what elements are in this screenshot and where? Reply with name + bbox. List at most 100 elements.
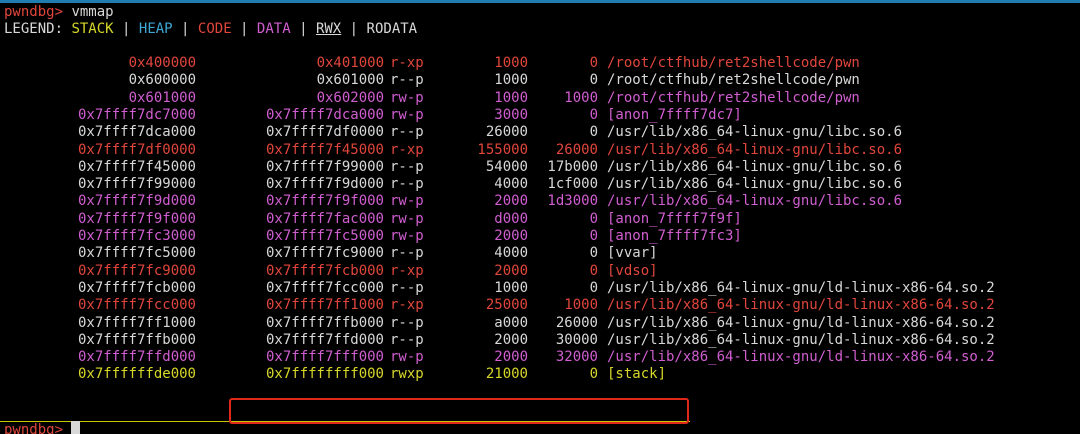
cell-perm: rwxp — [390, 366, 424, 383]
table-row: 0x7ffff7fcc000 0x7ffff7ff1000 r-xp 25000 100… — [0, 297, 1080, 314]
cell-perm: rw-p — [390, 89, 424, 106]
cell-start: 0x7ffff7fcb000 — [77, 279, 196, 296]
cell-offset: 17b000 — [547, 158, 598, 175]
legend-code: CODE — [197, 21, 232, 37]
table-row: 0x7ffff7ff1000 0x7ffff7ffb000 r--p a000 2600… — [0, 315, 1080, 332]
cell-offset: 0 — [589, 228, 598, 244]
cell-offset: 0 — [589, 245, 598, 262]
cell-offset: 30000 — [555, 331, 598, 348]
cell-perm: r-xp — [390, 141, 424, 158]
legend-heap: HEAP — [138, 21, 173, 37]
window-right-edge — [1080, 0, 1088, 434]
cell-size: 21000 — [485, 366, 528, 383]
header-offset: Offset — [547, 38, 598, 54]
cell-size: a000 — [494, 314, 528, 331]
cell-file: /usr/lib/x86_64-linux-gnu/libc.so.6 — [607, 176, 903, 193]
legend-separator: | — [172, 21, 198, 37]
header-file: File — [607, 38, 641, 54]
cell-start: 0x7ffff7dc7000 — [77, 106, 196, 123]
command-line: pwndbg> vmmap — [4, 4, 114, 21]
cell-start: 0x7ffffffde000 — [77, 366, 196, 383]
terminal-top-border — [0, 0, 1080, 3]
cell-file: [stack] — [607, 366, 667, 383]
cell-size: 155000 — [477, 141, 528, 158]
header-start: Start — [153, 38, 196, 54]
cell-offset: 0 — [589, 262, 598, 279]
table-row: 0x7ffff7f45000 0x7ffff7f99000 r--p 54000 17b… — [0, 159, 1080, 176]
cell-size: 4000 — [494, 245, 528, 262]
cell-file: /usr/lib/x86_64-linux-gnu/ld-linux-x86-6… — [607, 349, 995, 366]
cell-end: 0x602000 — [316, 89, 384, 106]
cell-file: /usr/lib/x86_64-linux-gnu/libc.so.6 — [607, 124, 903, 141]
cell-end: 0x7ffff7df0000 — [265, 124, 384, 141]
legend-data: DATA — [256, 21, 291, 37]
cell-start: 0x601000 — [128, 89, 196, 106]
cell-size: 54000 — [485, 158, 528, 175]
legend-separator: | — [341, 21, 367, 37]
cell-start: 0x7ffff7f9d000 — [77, 193, 196, 210]
legend-separator: | — [231, 21, 257, 37]
table-row: 0x7ffff7df0000 0x7ffff7f45000 r-xp 155000 26… — [0, 142, 1080, 159]
cell-file: /usr/lib/x86_64-linux-gnu/ld-linux-x86-6… — [607, 314, 995, 331]
highlight-box — [229, 398, 689, 424]
cell-offset: 0 — [589, 210, 598, 227]
cell-perm: r-xp — [390, 297, 424, 314]
table-row: 0x7ffff7fcb000 0x7ffff7fcc000 r--p 1000 0/us… — [0, 280, 1080, 297]
cell-file: /usr/lib/x86_64-linux-gnu/libc.so.6 — [607, 141, 903, 158]
legend-stack: STACK — [71, 21, 114, 37]
cell-perm: rw-p — [390, 228, 424, 244]
cell-size: 3000 — [494, 106, 528, 123]
cell-offset: 26000 — [555, 141, 598, 158]
cell-end: 0x7ffff7ff1000 — [265, 297, 384, 314]
cell-perm: r--p — [390, 124, 424, 141]
cell-perm: r--p — [390, 314, 424, 331]
cell-end: 0x7ffff7dca000 — [265, 106, 384, 123]
cell-offset: 0 — [589, 124, 598, 141]
cell-offset: 0 — [589, 72, 598, 89]
cell-perm: rw-p — [390, 349, 424, 366]
footer-prompt-line[interactable]: pwndbg> — [4, 421, 81, 434]
cell-perm: r-xp — [390, 55, 424, 71]
cell-file: /usr/lib/x86_64-linux-gnu/libc.so.6 — [607, 158, 903, 175]
table-row: 0x7ffff7f99000 0x7ffff7f9d000 r--p 4000 1cf0… — [0, 176, 1080, 193]
cell-file: [vvar] — [607, 245, 658, 262]
cell-end: 0x7ffff7f9d000 — [265, 176, 384, 193]
cell-file: [anon_7ffff7dc7] — [607, 106, 742, 123]
cell-start: 0x7ffff7ff1000 — [77, 314, 196, 331]
cell-file: [anon_7ffff7fc3] — [607, 228, 742, 244]
footer-prompt: pwndbg> — [4, 422, 72, 434]
cell-start: 0x400000 — [128, 55, 196, 71]
cell-end: 0x7ffff7ffd000 — [265, 331, 384, 348]
cell-start: 0x7ffff7df0000 — [77, 141, 196, 158]
cell-offset: 32000 — [555, 349, 598, 366]
cell-size: d000 — [494, 210, 528, 227]
cell-offset: 0 — [589, 106, 598, 123]
cell-size: 25000 — [485, 297, 528, 314]
table-header: Start End Perm Size Offset File — [0, 38, 1080, 55]
cell-offset: 1000 — [564, 297, 598, 314]
cell-perm: r--p — [390, 158, 424, 175]
cell-size: 26000 — [485, 124, 528, 141]
cell-end: 0x7ffff7fc9000 — [265, 245, 384, 262]
terminal-window[interactable]: pwndbg> vmmap LEGEND: STACK | HEAP | COD… — [0, 0, 1080, 434]
cell-end: 0x7ffffffff000 — [265, 366, 384, 383]
table-row: 0x7ffff7f9d000 0x7ffff7f9f000 rw-p 2000 1d30… — [0, 193, 1080, 210]
cell-end: 0x7ffff7ffb000 — [265, 314, 384, 331]
header-end: End — [358, 38, 384, 54]
cell-offset: 0 — [589, 366, 598, 383]
table-row: 0x400000 0x401000 r-xp 1000 0/root/ctfhub/re… — [0, 55, 1080, 72]
cell-perm: r--p — [390, 331, 424, 348]
cell-end: 0x7ffff7f45000 — [265, 141, 384, 158]
cell-start: 0x7ffff7dca000 — [77, 124, 196, 141]
cell-end: 0x401000 — [316, 55, 384, 71]
table-row: 0x7ffff7fc5000 0x7ffff7fc9000 r--p 4000 0 [vv… — [0, 245, 1080, 262]
table-row: 0x7ffff7dca000 0x7ffff7df0000 r--p 26000 0/u… — [0, 124, 1080, 141]
table-row: 0x7ffff7fc3000 0x7ffff7fc5000 rw-p 2000 0 [an… — [0, 228, 1080, 245]
legend-rwx: RWX — [315, 21, 342, 37]
cell-file: /usr/lib/x86_64-linux-gnu/ld-linux-x86-6… — [607, 331, 995, 348]
cell-offset: 1000 — [564, 89, 598, 106]
table-row: 0x7ffff7fc9000 0x7ffff7fcb000 r-xp 2000 0 [vd… — [0, 263, 1080, 280]
cell-size: 2000 — [494, 331, 528, 348]
cell-end: 0x7ffff7fff000 — [265, 349, 384, 366]
cell-size: 2000 — [494, 349, 528, 366]
